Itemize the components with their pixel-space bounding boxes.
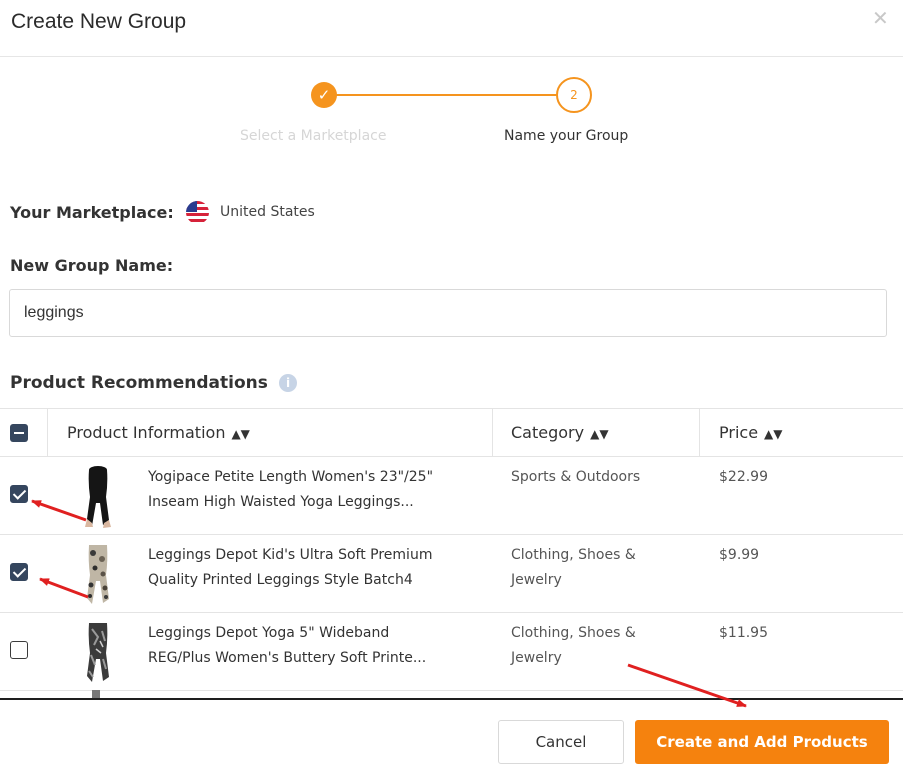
product-thumbnail-partial <box>92 690 100 698</box>
product-name[interactable]: Leggings Depot Kid's Ultra Soft Premium Q… <box>148 543 483 593</box>
group-name-input[interactable] <box>9 289 887 337</box>
select-all-checkbox[interactable] <box>10 424 28 442</box>
product-category: Clothing, Shoes & Jewelry <box>511 621 681 671</box>
product-name-line: Leggings Depot Kid's Ultra Soft Premium <box>148 547 433 563</box>
product-name-line: REG/Plus Women's Buttery Soft Printe... <box>148 650 427 666</box>
close-icon[interactable]: ✕ <box>872 6 889 30</box>
product-name[interactable]: Leggings Depot Yoga 5" Wideband REG/Plus … <box>148 621 483 671</box>
column-divider <box>492 409 493 457</box>
row-checkbox[interactable] <box>10 563 28 581</box>
category-line: Clothing, Shoes & <box>511 625 636 641</box>
create-and-add-products-button[interactable]: Create and Add Products <box>635 720 889 764</box>
product-name-line: Quality Printed Leggings Style Batch4 <box>148 572 413 588</box>
product-category: Clothing, Shoes & Jewelry <box>511 543 681 593</box>
table-row[interactable]: Leggings Depot Kid's Ultra Soft Premium Q… <box>0 535 903 613</box>
step-1-check-icon: ✓ <box>311 82 337 108</box>
group-name-label: New Group Name: <box>10 256 174 275</box>
product-name-line: Yogipace Petite Length Women's 23"/25" <box>148 469 434 485</box>
column-header-product-label: Product Information <box>67 423 226 442</box>
product-price: $22.99 <box>719 469 768 485</box>
product-thumbnail <box>85 466 111 528</box>
product-name[interactable]: Yogipace Petite Length Women's 23"/25" In… <box>148 465 483 515</box>
product-thumbnail <box>87 623 109 682</box>
product-price: $9.99 <box>719 547 760 563</box>
product-thumbnail <box>87 545 109 604</box>
step-2-label: Name your Group <box>504 128 629 144</box>
column-divider <box>699 409 700 457</box>
column-header-product[interactable]: Product Information ▲▼ <box>67 423 250 442</box>
us-flag-icon <box>186 201 209 224</box>
table-row[interactable]: Leggings Depot Yoga 5" Wideband REG/Plus … <box>0 613 903 691</box>
product-price: $11.95 <box>719 625 768 641</box>
cancel-button[interactable]: Cancel <box>498 720 624 764</box>
category-line: Clothing, Shoes & <box>511 547 636 563</box>
recommendations-title: Product Recommendations <box>10 373 268 393</box>
sort-icon[interactable]: ▲▼ <box>231 427 249 441</box>
table-row[interactable]: Yogipace Petite Length Women's 23"/25" In… <box>0 457 903 535</box>
marketplace-value: United States <box>220 204 315 220</box>
product-category: Sports & Outdoors <box>511 465 681 490</box>
row-checkbox[interactable] <box>10 641 28 659</box>
table-row-partial <box>0 690 903 698</box>
marketplace-label: Your Marketplace: <box>10 203 174 222</box>
column-header-price[interactable]: Price ▲▼ <box>719 423 783 442</box>
info-icon[interactable]: i <box>279 374 297 392</box>
category-line: Jewelry <box>511 572 562 588</box>
category-line: Jewelry <box>511 650 562 666</box>
table-header: Product Information ▲▼ Category ▲▼ Price ▲▼ <box>0 408 903 457</box>
column-header-category-label: Category <box>511 423 585 442</box>
stepper-connector <box>335 94 557 96</box>
row-checkbox[interactable] <box>10 485 28 503</box>
dialog-footer: Cancel Create and Add Products <box>0 700 903 774</box>
column-header-category[interactable]: Category ▲▼ <box>511 423 609 442</box>
sort-icon[interactable]: ▲▼ <box>590 427 608 441</box>
step-1-label: Select a Marketplace <box>240 128 387 144</box>
product-name-line: Leggings Depot Yoga 5" Wideband <box>148 625 390 641</box>
category-line: Sports & Outdoors <box>511 469 641 485</box>
step-2-indicator: 2 <box>556 77 592 113</box>
column-header-price-label: Price <box>719 423 759 442</box>
dialog-header: Create New Group ✕ <box>0 0 903 57</box>
column-divider <box>47 409 48 457</box>
product-name-line: Inseam High Waisted Yoga Leggings... <box>148 494 414 510</box>
sort-icon[interactable]: ▲▼ <box>764 427 782 441</box>
dialog-title: Create New Group <box>11 10 187 33</box>
